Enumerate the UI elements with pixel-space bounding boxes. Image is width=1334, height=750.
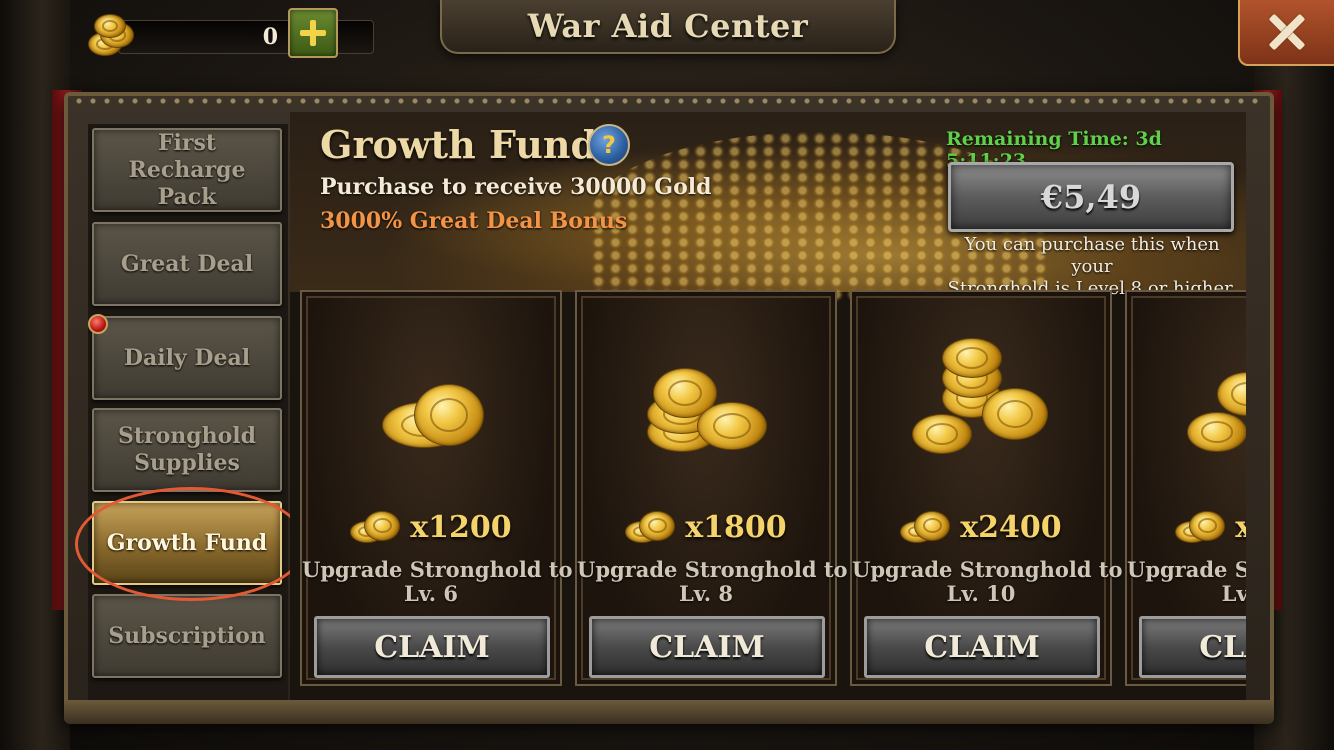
tab-growth-fund[interactable]: Growth Fund [92,501,282,585]
tab-subscription[interactable]: Subscription [92,594,282,678]
gold-coin-icon [88,14,138,58]
fund-description: Purchase to receive 30000 Gold [320,174,712,200]
tab-label: Daily Deal [123,344,251,371]
reward-condition: Upgrade Stronghold to Lv. 8 [577,557,848,606]
reward-amount: x2400 [960,510,1062,545]
price-label: €5,49 [1040,178,1142,216]
tab-label: Great Deal [120,250,254,277]
reward-amount: x1200 [410,510,512,545]
tab-label: First Recharge Pack [128,129,246,210]
growth-fund-panel: Growth Fund ? Purchase to receive 30000 … [290,112,1246,710]
reward-card: x3000 Upgrade Stronghold to Lv. 12 CLAIM [1125,290,1246,686]
tab-stronghold-supplies[interactable]: Stronghold Supplies [92,408,282,492]
tab-first-recharge-pack[interactable]: First Recharge Pack [92,128,282,212]
condition-line: Lv. 6 [403,581,459,606]
claim-button[interactable]: CLAIM [589,616,825,678]
purchase-button[interactable]: €5,49 [948,162,1234,232]
reward-amount-row: x1800 [577,510,835,545]
gold-amount: 0 [262,24,278,50]
gold-coin-icon [1175,510,1229,545]
reward-card: x2400 Upgrade Stronghold to Lv. 10 CLAIM [850,290,1123,686]
close-icon [1268,13,1306,51]
reward-amount-row: x3000 [1127,510,1246,545]
reward-card: x1800 Upgrade Stronghold to Lv. 8 CLAIM [575,290,848,686]
fund-title: Growth Fund [320,122,598,167]
condition-line: Lv. 12 [1221,581,1246,606]
condition-line: Lv. 10 [946,581,1016,606]
gold-coin-pile-icon [912,332,1052,462]
help-icon[interactable]: ? [588,124,630,166]
gold-coin-pile-icon [1187,332,1246,462]
page-title: War Aid Center [527,7,809,45]
title-plate: War Aid Center [440,0,896,54]
frame-bottom-edge [64,700,1274,724]
reward-amount: x1800 [685,510,787,545]
reward-amount-row: x1200 [302,510,560,545]
add-gold-button[interactable] [288,8,338,58]
gold-coin-icon [900,510,954,545]
reward-condition: Upgrade Stronghold to Lv. 10 [852,557,1123,606]
purchase-note-line: You can purchase this when your [964,234,1220,277]
tab-great-deal[interactable]: Great Deal [92,222,282,306]
tab-label: Stronghold Supplies [117,423,257,476]
condition-line: Upgrade Stronghold to [852,557,1123,582]
claim-label: CLAIM [924,629,1040,665]
condition-line: Upgrade Stronghold to [577,557,848,582]
reward-amount: x3000 [1235,510,1246,545]
condition-line: Lv. 8 [678,581,734,606]
red-dot-icon [88,314,108,334]
tab-label: Growth Fund [106,529,268,556]
close-button[interactable] [1238,0,1334,66]
condition-line: Upgrade Stronghold to [1127,557,1246,582]
gold-coin-icon [625,510,679,545]
claim-label: CLAIM [1199,629,1246,665]
claim-label: CLAIM [649,629,765,665]
fund-bonus: 3000% Great Deal Bonus [320,208,628,234]
reward-condition: Upgrade Stronghold to Lv. 6 [302,557,573,606]
gold-coin-pile-icon [362,332,502,462]
claim-button[interactable]: CLAIM [314,616,550,678]
tab-daily-deal[interactable]: Daily Deal [92,316,282,400]
sidebar: First Recharge Pack Great Deal Daily Dea… [88,124,288,710]
reward-card: x1200 Upgrade Stronghold to Lv. 6 CLAIM [300,290,573,686]
tab-label: Subscription [108,622,266,649]
condition-line: Upgrade Stronghold to [302,557,573,582]
claim-label: CLAIM [374,629,490,665]
gold-coin-icon [350,510,404,545]
frame-rivets [72,96,1266,106]
reward-condition: Upgrade Stronghold to Lv. 12 [1127,558,1246,606]
claim-button[interactable]: CLAIM [864,616,1100,678]
gold-coin-pile-icon [637,332,777,462]
claim-button[interactable]: CLAIM [1139,616,1246,678]
reward-amount-row: x2400 [852,510,1110,545]
